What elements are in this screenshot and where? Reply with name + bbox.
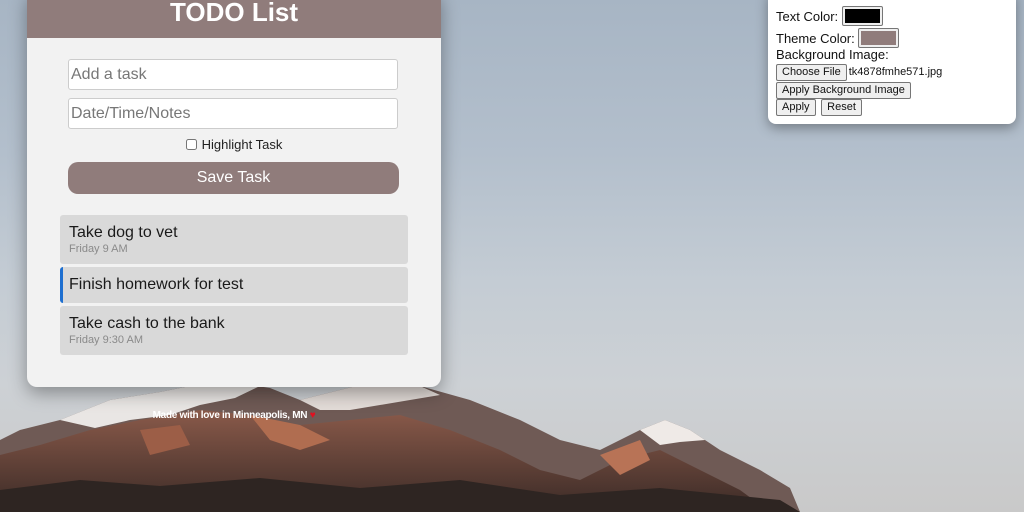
apply-background-image-button[interactable]: Apply Background Image	[776, 82, 911, 99]
highlight-task-checkbox[interactable]	[185, 139, 197, 150]
partial-control-top	[886, 0, 926, 2]
task-title: Take cash to the bank	[69, 315, 225, 332]
task-note: Friday 9:30 AM	[69, 334, 143, 346]
theme-color-fill	[861, 31, 897, 45]
task-note: Friday 9 AM	[69, 243, 128, 255]
task-item[interactable]: Take cash to the bank Friday 9:30 AM	[60, 306, 408, 355]
apply-bg-row: Apply Background Image	[776, 81, 911, 99]
background-image-row: Background Image:	[776, 47, 889, 62]
file-row: Choose File tk4878fmhe571.jpg	[776, 63, 942, 81]
theme-color-picker[interactable]	[858, 28, 900, 48]
text-color-fill	[844, 9, 880, 23]
save-task-button[interactable]: Save Task	[68, 162, 399, 194]
heart-icon: ♥	[309, 410, 316, 421]
theme-color-label: Theme Color:	[776, 31, 855, 46]
settings-panel: Text Color: Theme Color: Background Imag…	[768, 0, 1016, 124]
task-item[interactable]: Take dog to vet Friday 9 AM	[60, 215, 408, 264]
apply-button[interactable]: Apply	[776, 99, 816, 116]
background-image-label: Background Image:	[776, 47, 889, 62]
task-item-highlighted[interactable]: Finish homework for test	[60, 267, 408, 303]
todo-header: TODO List	[27, 0, 441, 38]
task-title: Finish homework for test	[69, 276, 244, 293]
theme-color-row: Theme Color:	[776, 28, 900, 48]
notes-input[interactable]	[68, 98, 398, 129]
footer: Made with love in Minneapolis, MN ♥	[27, 410, 441, 421]
task-title: Take dog to vet	[69, 224, 178, 241]
task-input[interactable]	[68, 59, 398, 90]
highlight-row: Highlight Task	[27, 137, 441, 152]
reset-button[interactable]: Reset	[821, 99, 862, 116]
text-color-picker[interactable]	[841, 6, 883, 26]
action-row: Apply Reset	[776, 98, 862, 116]
file-name: tk4878fmhe571.jpg	[848, 66, 943, 78]
page-title: TODO List	[169, 0, 299, 27]
choose-file-button[interactable]: Choose File	[776, 64, 847, 81]
highlight-task-label[interactable]: Highlight Task	[202, 137, 283, 152]
text-color-row: Text Color:	[776, 6, 883, 26]
text-color-label: Text Color:	[776, 9, 839, 24]
footer-text: Made with love in Minneapolis, MN	[152, 410, 308, 421]
todo-card: TODO List Highlight Task Save Task Take …	[27, 0, 441, 387]
